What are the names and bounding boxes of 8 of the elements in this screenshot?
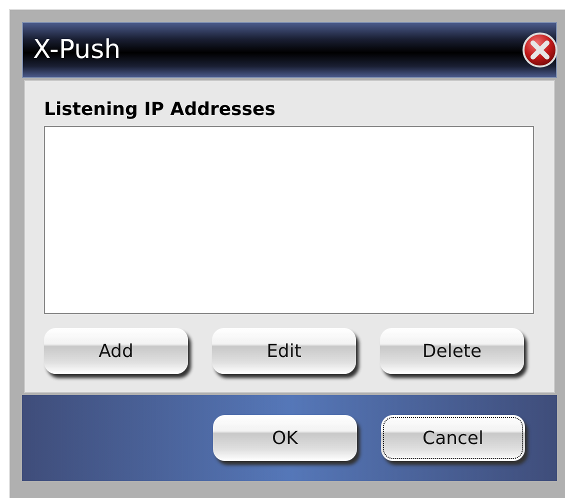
dialog-button[interactable]: Cancel (381, 415, 525, 461)
window-title: X-Push (33, 35, 121, 65)
list-button[interactable]: Delete (380, 328, 524, 374)
list-button[interactable]: Add (44, 328, 188, 374)
close-icon[interactable] (522, 32, 558, 68)
list-label: Listening IP Addresses (44, 99, 276, 120)
dialog-button[interactable]: OK (213, 415, 357, 461)
list-button[interactable]: Edit (212, 328, 356, 374)
